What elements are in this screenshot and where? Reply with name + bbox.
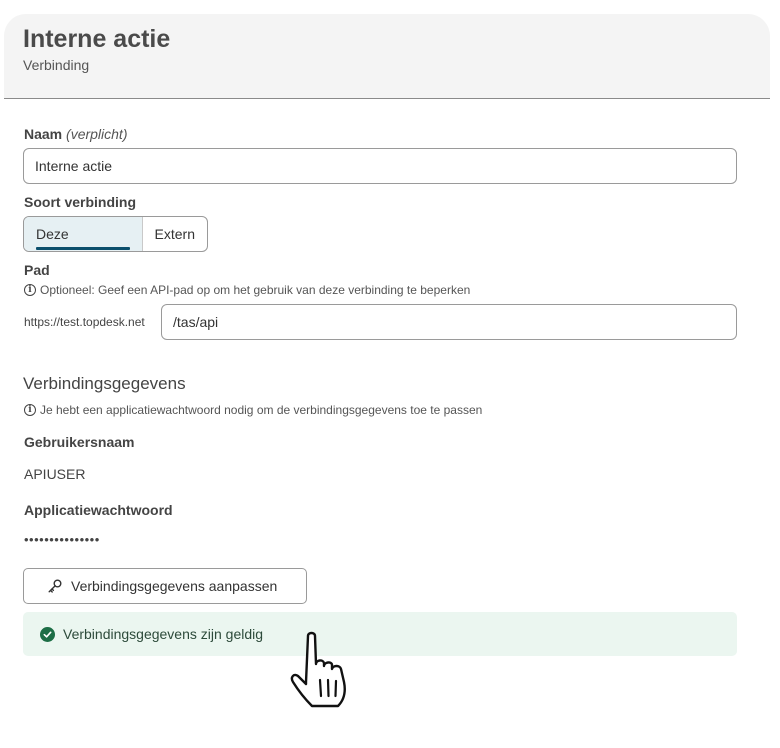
page-title: Interne actie [23,25,171,53]
password-value: ••••••••••••••• [24,532,100,547]
path-prefix: https://test.topdesk.net [24,315,145,329]
edit-credentials-button[interactable]: Verbindingsgegevens aanpassen [23,568,307,604]
edit-credentials-button-label: Verbindingsgegevens aanpassen [71,578,278,594]
info-icon: i [24,284,36,296]
credentials-status-text: Verbindingsgegevens zijn geldig [63,626,264,642]
connection-type-toggle: Deze TOPdesk Extern [23,216,208,252]
credentials-help-text: Je hebt een applicatiewachtwoord nodig o… [40,403,483,417]
path-help: i Optioneel: Geef een API-pad op om het … [24,283,470,297]
info-icon: i [24,404,36,416]
connection-type-option-extern[interactable]: Extern [143,217,207,251]
path-help-text: Optioneel: Geef een API-pad op om het ge… [40,283,471,297]
path-label: Pad [24,262,50,278]
username-value: APIUSER [24,466,86,482]
connection-type-option-this-topdesk[interactable]: Deze TOPdesk [24,217,143,251]
credentials-status-banner: Verbindingsgegevens zijn geldig [23,612,737,656]
password-label: Applicatiewachtwoord [24,502,173,518]
name-label: Naam (verplicht) [24,126,128,142]
connection-type-label: Soort verbinding [24,194,136,210]
check-circle-icon [40,626,55,642]
name-label-text: Naam [24,126,63,142]
credentials-help: i Je hebt een applicatiewachtwoord nodig… [24,403,482,417]
username-label: Gebruikersnaam [24,434,135,450]
path-input[interactable]: /tas/api [161,304,737,340]
hand-pointer-icon [290,631,346,708]
name-required-note: (verplicht) [66,126,128,142]
credentials-section-title: Verbindingsgegevens [23,374,186,393]
name-input[interactable]: Interne actie [23,148,737,184]
panel-header: Interne actie Verbinding [4,14,770,99]
page-subtitle: Verbinding [23,57,90,73]
key-icon [48,579,62,593]
